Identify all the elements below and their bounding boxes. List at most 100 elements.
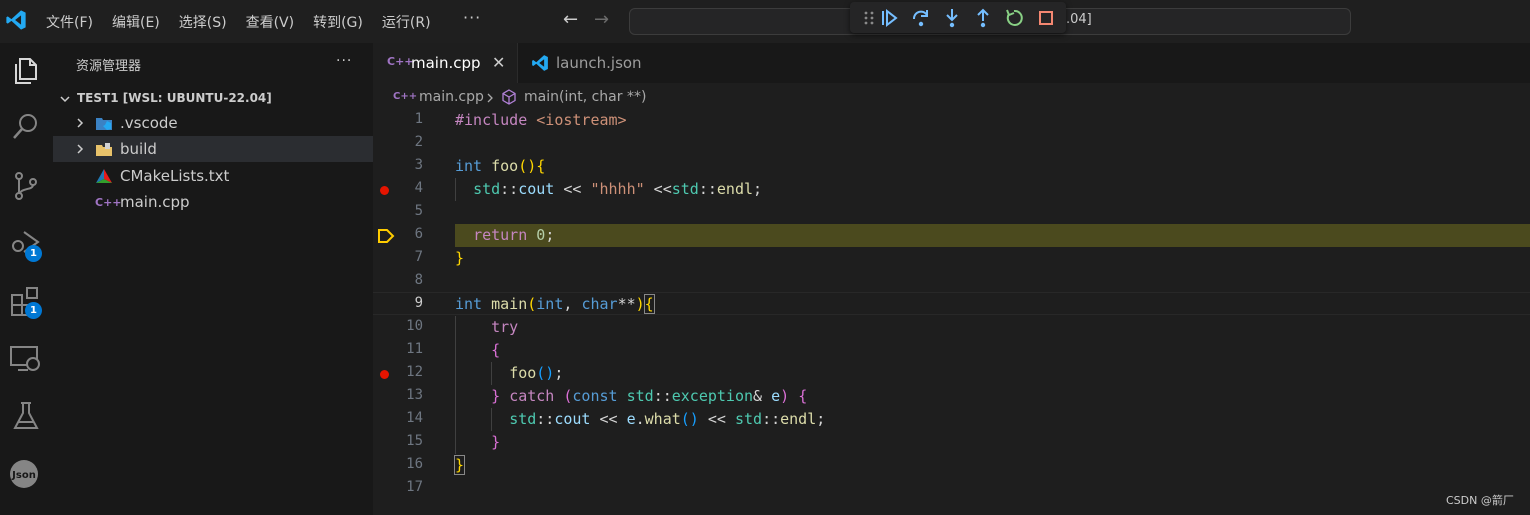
line-number: 3: [414, 157, 423, 173]
step-out-icon[interactable]: [972, 7, 994, 29]
close-icon[interactable]: ✕: [492, 53, 505, 72]
tree-item-label: main.cpp: [120, 193, 190, 211]
code-line: 15 }: [373, 431, 1530, 454]
code-text: {: [491, 341, 501, 359]
sidebar-more-icon[interactable]: ···: [336, 53, 352, 69]
code-text: foo();: [509, 364, 564, 382]
step-over-icon[interactable]: [910, 7, 932, 29]
chevron-down-icon: [60, 96, 70, 103]
breadcrumb: C++ main.cpp main(int, char **): [373, 83, 1530, 111]
stop-icon[interactable]: [1035, 7, 1057, 29]
tree-item-main-cpp[interactable]: C++ main.cpp: [53, 189, 373, 215]
line-number: 11: [406, 341, 423, 357]
menu-bar: 文件(F) 编辑(E) 选择(S) 查看(V) 转到(G) 运行(R): [46, 0, 450, 43]
json-icon[interactable]: Json: [8, 456, 44, 492]
gripper-icon[interactable]: [858, 7, 880, 29]
tree-item-build[interactable]: build: [53, 136, 373, 162]
restart-icon[interactable]: [1003, 7, 1025, 29]
title-bar: 文件(F) 编辑(E) 选择(S) 查看(V) 转到(G) 运行(R) ··· …: [0, 0, 1530, 43]
chevron-right-icon: [77, 118, 84, 128]
tree-item-label: build: [120, 140, 157, 158]
search-icon[interactable]: [8, 108, 44, 144]
line-number: 16: [406, 456, 423, 472]
code-line: 16 }: [373, 454, 1530, 477]
code-text: } catch (const std::exception& e) {: [491, 387, 808, 405]
line-number: 2: [414, 134, 423, 150]
cpp-file-icon: C++: [387, 55, 414, 68]
tree-item-vscode[interactable]: .vscode: [53, 110, 373, 136]
vscode-icon: [532, 55, 548, 71]
testing-icon[interactable]: [8, 398, 44, 434]
line-number: 10: [406, 318, 423, 334]
breadcrumb-symbol[interactable]: main(int, char **): [524, 89, 646, 105]
cpp-file-icon: C++: [95, 196, 122, 209]
build-folder-icon: [96, 143, 112, 156]
cmake-icon: [96, 169, 112, 183]
indent-guide: [455, 316, 456, 454]
code-text: try: [491, 318, 519, 336]
explorer-sidebar: 资源管理器 ··· TEST1 [WSL: UBUNTU-22.04] .vsc…: [53, 43, 373, 515]
chevron-right-icon: [487, 93, 493, 103]
tree-item-label: .vscode: [120, 114, 178, 132]
code-text: std::cout << "hhhh" <<std::endl;: [473, 180, 763, 198]
menu-more-icon[interactable]: ···: [463, 8, 481, 27]
workspace-root-label: TEST1 [WSL: UBUNTU-22.04]: [77, 91, 272, 105]
vscode-logo-icon[interactable]: [5, 9, 27, 31]
menu-selection[interactable]: 选择(S): [179, 12, 227, 32]
code-line: 14 std::cout << e.what() << std::endl;: [373, 408, 1530, 431]
debug-badge: 1: [25, 245, 42, 262]
code-text: int foo(){: [455, 157, 546, 175]
line-number: 12: [406, 364, 423, 380]
code-line: 7 }: [373, 247, 1530, 270]
line-number: 4: [414, 180, 423, 196]
command-center-text: .04]: [1066, 12, 1092, 27]
tab-launch-json[interactable]: launch.json: [517, 43, 667, 83]
tab-label: main.cpp: [411, 54, 481, 72]
code-line: 1 #include <iostream>: [373, 109, 1530, 132]
code-line: 11 {: [373, 339, 1530, 362]
cpp-file-icon: C++: [393, 91, 418, 102]
explorer-icon[interactable]: [8, 51, 44, 87]
activity-bar: 1 1 Json: [0, 43, 53, 515]
line-number: 6: [414, 226, 423, 242]
code-line: 17: [373, 477, 1530, 500]
source-control-icon[interactable]: [8, 168, 44, 204]
line-number: 13: [406, 387, 423, 403]
vscode-folder-icon: [96, 118, 112, 130]
code-line: 3 int foo(){: [373, 155, 1530, 178]
line-number: 7: [414, 249, 423, 265]
line-number: 14: [406, 410, 423, 426]
tab-main-cpp[interactable]: C++ main.cpp ✕: [373, 43, 517, 83]
code-text: }: [455, 249, 465, 267]
menu-run[interactable]: 运行(R): [382, 12, 431, 32]
menu-file[interactable]: 文件(F): [46, 12, 93, 32]
code-line: 4 std::cout << "hhhh" <<std::endl;: [373, 178, 1530, 201]
step-into-icon[interactable]: [941, 7, 963, 29]
menu-edit[interactable]: 编辑(E): [112, 12, 160, 32]
line-number: 1: [414, 111, 423, 127]
line-number: 8: [414, 272, 423, 288]
back-arrow-icon[interactable]: ←: [563, 9, 578, 30]
svg-text:Json: Json: [11, 470, 36, 481]
menu-go[interactable]: 转到(G): [313, 12, 363, 32]
workspace-root[interactable]: TEST1 [WSL: UBUNTU-22.04]: [53, 88, 373, 110]
code-text: }: [491, 433, 501, 451]
tree-item-cmakelists[interactable]: CMakeLists.txt: [53, 163, 373, 189]
symbol-method-icon: [502, 89, 516, 105]
code-line: 13 } catch (const std::exception& e) {: [373, 385, 1530, 408]
menu-view[interactable]: 查看(V): [246, 12, 295, 32]
code-line: 12 foo();: [373, 362, 1530, 385]
code-editor[interactable]: 1 #include <iostream> 2 3 int foo(){ 4 s…: [373, 111, 1530, 515]
code-line: 9 int main(int, char**){: [373, 292, 1530, 315]
current-line-highlight: [455, 224, 1530, 247]
indent-guide: [455, 178, 456, 201]
breadcrumb-file[interactable]: main.cpp: [419, 89, 484, 105]
sidebar-title: 资源管理器: [76, 59, 142, 74]
remote-explorer-icon[interactable]: [8, 340, 44, 376]
code-text: int main(int, char**){: [455, 294, 655, 314]
code-line: 2: [373, 132, 1530, 155]
forward-arrow-icon[interactable]: →: [594, 9, 609, 30]
continue-icon[interactable]: [878, 7, 900, 29]
extensions-badge: 1: [25, 302, 42, 319]
code-line: 5: [373, 201, 1530, 224]
